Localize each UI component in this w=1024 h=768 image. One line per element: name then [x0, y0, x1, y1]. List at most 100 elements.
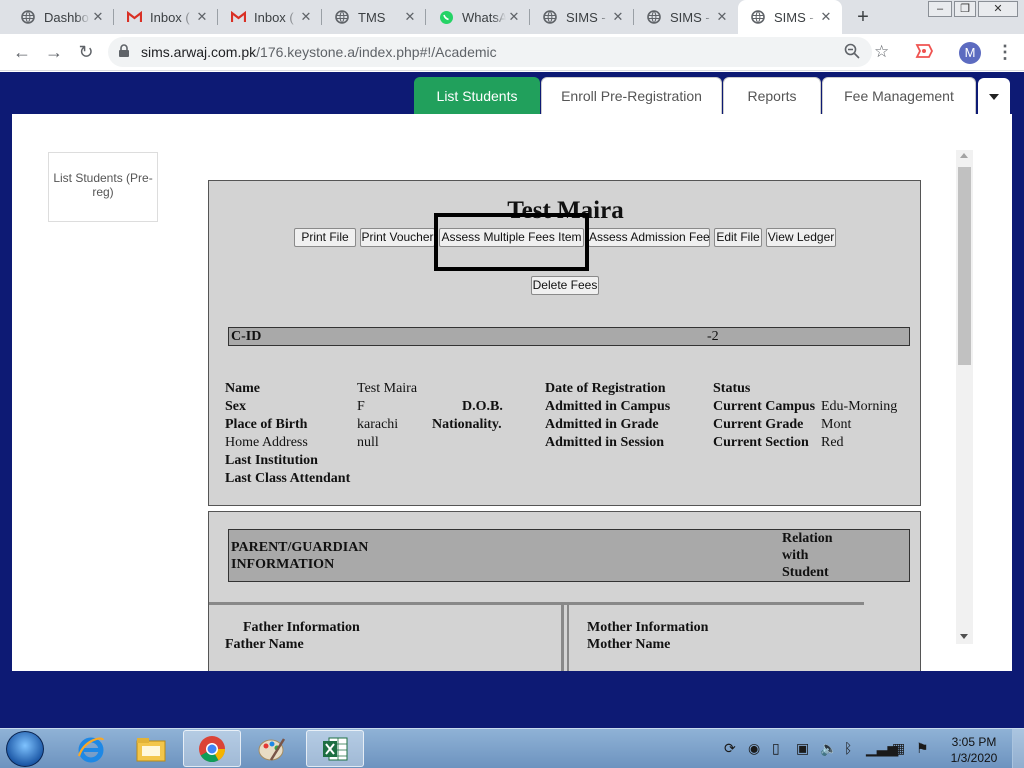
clock-time: 3:05 PM [951, 735, 997, 749]
chrome-globe-icon [750, 9, 766, 25]
display-tray-icon[interactable]: ▦ [892, 740, 905, 757]
browser-toolbar: ← → ↻ sims.arwaj.com.pk/176.keystone.a/i… [0, 34, 1024, 71]
current-section-label: Current Section [713, 435, 809, 450]
list-students-prereg-button[interactable]: List Students (Pre-reg) [48, 152, 158, 222]
page-background: List Students Enroll Pre-Registration Re… [0, 72, 1024, 728]
mother-name-label: Mother Name [587, 637, 671, 652]
profile-avatar[interactable]: M [959, 42, 981, 64]
browser-tab-sims-2[interactable]: SIMS - ✕ [634, 0, 738, 34]
birth-place-value: karachi [357, 417, 399, 432]
browser-tab-sims-1[interactable]: SIMS - ✕ [530, 0, 634, 34]
current-campus-value: Edu-Morning [821, 399, 898, 414]
usb-tray-icon[interactable]: ▯ [772, 740, 780, 757]
network-refresh-icon[interactable]: ⟳ [724, 740, 736, 757]
parent-guardian-header: PARENT/GUARDIAN INFORMATION Relation wit… [228, 529, 910, 582]
system-clock[interactable]: 3:05 PM 1/3/2020 [940, 734, 1008, 766]
current-grade-label: Current Grade [713, 417, 804, 432]
tab-fee-management[interactable]: Fee Management [822, 77, 976, 114]
excel-icon[interactable] [306, 730, 364, 767]
mother-information-section: Mother Information Mother Name [567, 604, 864, 671]
internet-explorer-icon[interactable] [62, 730, 120, 767]
gmail-icon [126, 9, 142, 25]
volume-icon[interactable]: 🔈 [820, 740, 837, 757]
tab-close-icon[interactable]: ✕ [402, 9, 418, 25]
browser-tab-gmail-1[interactable]: Inbox ( ✕ [114, 0, 218, 34]
file-explorer-icon[interactable] [122, 730, 180, 767]
windows-taskbar: ⟳ ◉ ▯ ▣ 🔈 ᛒ ▁▃▅ ▦ ⚑ 3:05 PM 1/3/2020 [0, 728, 1024, 768]
close-window-button[interactable]: ✕ [978, 1, 1018, 17]
tab-dropdown-button[interactable] [978, 78, 1010, 114]
gmail-icon [230, 9, 246, 25]
new-tab-button[interactable]: + [852, 6, 874, 28]
cast-extension-icon[interactable] [915, 43, 934, 64]
url-text: sims.arwaj.com.pk/176.keystone.a/index.p… [141, 44, 497, 60]
tab-close-icon[interactable]: ✕ [818, 9, 834, 25]
paint-icon[interactable] [243, 730, 301, 767]
assess-admission-fee-button[interactable]: Assess Admission Fee [588, 228, 710, 247]
scroll-thumb[interactable] [958, 167, 971, 365]
edit-file-button[interactable]: Edit File [714, 228, 762, 247]
tab-list-students[interactable]: List Students [414, 77, 540, 114]
view-ledger-button[interactable]: View Ledger [766, 228, 836, 247]
forward-arrow-icon[interactable]: → [42, 40, 66, 64]
browser-tab-tms[interactable]: TMS ✕ [322, 0, 426, 34]
current-grade-value: Mont [821, 417, 852, 432]
sex-label: Sex [225, 399, 246, 414]
chrome-globe-icon [646, 9, 662, 25]
current-campus-label: Current Campus [713, 399, 816, 414]
tab-close-icon[interactable]: ✕ [298, 9, 314, 25]
cid-label: C-ID [231, 329, 262, 344]
assess-multiple-fees-item-button[interactable]: Assess Multiple Fees Item [439, 228, 584, 247]
tab-close-icon[interactable]: ✕ [194, 9, 210, 25]
chrome-globe-icon [20, 9, 36, 25]
action-center-flag-icon[interactable]: ⚑ [916, 740, 929, 757]
address-bar[interactable]: sims.arwaj.com.pk/176.keystone.a/index.p… [108, 37, 872, 67]
more-menu-icon[interactable]: ⋮ [996, 42, 1014, 63]
tab-close-icon[interactable]: ✕ [610, 9, 626, 25]
start-button[interactable] [6, 731, 44, 767]
clock-date: 1/3/2020 [950, 751, 998, 765]
scroll-down-icon[interactable] [960, 634, 968, 639]
minimize-button[interactable]: – [928, 1, 952, 17]
back-arrow-icon[interactable]: ← [10, 40, 34, 64]
chrome-icon[interactable] [183, 730, 241, 767]
browser-tab-sims-active[interactable]: SIMS - ✕ [738, 0, 842, 34]
name-label: Name [225, 381, 260, 396]
app-tab-bar: List Students Enroll Pre-Registration Re… [0, 72, 1024, 114]
delete-fees-button[interactable]: Delete Fees [531, 276, 599, 295]
lock-icon [118, 44, 130, 61]
print-file-button[interactable]: Print File [294, 228, 356, 247]
cid-bar: C-ID -2 [228, 327, 910, 346]
father-information-title: Father Information [243, 620, 360, 635]
print-voucher-button[interactable]: Print Voucher [360, 228, 435, 247]
bluetooth-icon[interactable]: ᛒ [844, 740, 852, 756]
browser-tab-dashboard[interactable]: Dashbo ✕ [8, 0, 114, 34]
show-desktop-button[interactable] [1012, 729, 1024, 768]
home-address-value: null [357, 435, 379, 450]
cid-value: -2 [707, 329, 719, 344]
scroll-up-icon[interactable] [960, 153, 968, 158]
birth-place-label: Place of Birth [225, 417, 308, 432]
tab-close-icon[interactable]: ✕ [90, 9, 106, 25]
content-scrollbar[interactable] [956, 150, 973, 644]
tab-close-icon[interactable]: ✕ [714, 9, 730, 25]
tab-reports[interactable]: Reports [723, 77, 821, 114]
browser-tab-strip: Dashbo ✕ Inbox ( ✕ Inbox ( ✕ TMS ✕ Whats… [0, 0, 1024, 34]
browser-tab-whatsapp[interactable]: WhatsA ✕ [426, 0, 530, 34]
chrome-tray-icon[interactable]: ◉ [748, 740, 760, 757]
last-institution-label: Last Institution [225, 453, 318, 468]
nationality-label: Nationality. [432, 417, 502, 432]
zoom-icon[interactable] [844, 43, 860, 62]
tab-close-icon[interactable]: ✕ [506, 9, 522, 25]
bookmark-star-icon[interactable]: ☆ [874, 42, 889, 62]
chrome-globe-icon [334, 9, 350, 25]
reload-icon[interactable]: ↻ [74, 40, 98, 64]
tab-enroll-pre-registration[interactable]: Enroll Pre-Registration [541, 77, 722, 114]
browser-tab-gmail-2[interactable]: Inbox ( ✕ [218, 0, 322, 34]
parent-guardian-title: PARENT/GUARDIAN INFORMATION [231, 540, 369, 572]
name-value: Test Maira [357, 381, 418, 396]
maximize-button[interactable]: ❐ [954, 1, 976, 17]
onenote-tray-icon[interactable]: ▣ [796, 740, 809, 757]
mother-information-title: Mother Information [587, 620, 709, 635]
student-name-heading: Test Maira [507, 197, 624, 224]
